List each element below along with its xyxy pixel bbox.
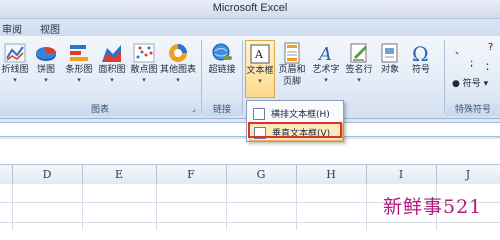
pie-chart-button[interactable]: 饼图 ▾	[30, 40, 62, 98]
signature-line-icon	[350, 43, 367, 63]
horizontal-textbox-icon	[253, 108, 265, 120]
dialog-launcher-icon[interactable]: ⌟	[192, 104, 196, 113]
menu-item-label: 横排文本框(H)	[271, 110, 330, 120]
line-chart-button[interactable]: 折线图 ▾	[0, 40, 30, 98]
scatter-chart-button[interactable]: 散点图 ▾	[128, 40, 160, 98]
signature-line-label: 签名行	[345, 65, 373, 75]
column-header-i[interactable]: I	[366, 168, 436, 181]
group-separator	[242, 40, 243, 114]
grid-line	[12, 184, 13, 230]
excel-window: Microsoft Excel 审阅 视图 折线图 ▾ 饼图 ▾ 条形图 ▾ 面…	[0, 0, 500, 230]
grid-line	[366, 184, 367, 230]
special-symbol-dropdown[interactable]: ● 符号 ▾	[452, 76, 488, 89]
wordart-button[interactable]: A 艺术字 ▾	[309, 40, 343, 98]
column-header-d[interactable]: D	[12, 168, 82, 181]
column-header-h[interactable]: H	[296, 168, 366, 181]
pie-chart-icon	[36, 47, 56, 61]
header-footer-label: 页眉和	[278, 65, 306, 75]
watermark: 新鲜事521	[383, 196, 483, 218]
header-footer-button[interactable]: 页眉和 页脚	[276, 40, 308, 98]
group-separator	[444, 40, 445, 114]
chevron-down-icon: ▾	[44, 76, 48, 84]
column-header-f[interactable]: F	[156, 168, 226, 181]
scatter-chart-icon	[133, 43, 155, 63]
svg-text:A: A	[317, 44, 332, 64]
hyperlink-icon	[212, 43, 232, 61]
header-footer-icon	[284, 42, 300, 64]
grid-line	[82, 184, 83, 230]
line-chart-icon	[4, 43, 26, 63]
textbox-button[interactable]: A 文本框 ▾	[245, 40, 275, 98]
column-headers: D E F G H I J	[0, 164, 500, 185]
chevron-down-icon: ▾	[324, 76, 328, 84]
symbol-semicolon[interactable]: ;	[470, 58, 473, 69]
special-symbol-label: 符号	[462, 79, 481, 89]
svg-text:A: A	[254, 48, 264, 61]
symbol-question[interactable]: ?	[488, 42, 493, 53]
symbol-label: 符号	[411, 65, 430, 75]
bar-chart-label: 条形图	[65, 65, 93, 75]
hyperlink-label: 超链接	[208, 65, 236, 75]
header-footer-label-2: 页脚	[282, 77, 301, 87]
special-symbols-caption: 特殊符号	[446, 102, 500, 116]
other-charts-label: 其他图表	[160, 65, 197, 75]
chevron-down-icon: ▾	[110, 76, 114, 84]
bullet-icon: ●	[452, 79, 460, 89]
menu-tabs: 审阅 视图	[0, 19, 500, 36]
chevron-down-icon: ▾	[176, 76, 180, 84]
area-chart-button[interactable]: 面积图 ▾	[96, 40, 128, 98]
textbox-icon: A	[250, 44, 270, 64]
wordart-icon: A	[317, 44, 332, 64]
other-charts-icon	[169, 44, 187, 62]
signature-line-button[interactable]: 签名行 ▾	[343, 40, 375, 98]
column-header-g[interactable]: G	[226, 168, 296, 181]
links-group-caption: 链接	[202, 102, 242, 116]
omega-icon: Ω	[412, 42, 429, 64]
textbox-label: 文本框	[246, 66, 274, 76]
object-icon	[381, 43, 398, 63]
chevron-down-icon: ▾	[77, 76, 81, 84]
column-header-e[interactable]: E	[82, 168, 156, 181]
chevron-down-icon: ▾	[258, 77, 262, 85]
grid-line	[296, 184, 297, 230]
area-chart-label: 面积图	[98, 65, 126, 75]
svg-text:Ω: Ω	[412, 42, 429, 64]
hyperlink-button[interactable]: 超链接	[204, 40, 240, 98]
symbol-button[interactable]: Ω 符号	[406, 40, 436, 98]
chevron-down-icon: ▾	[13, 76, 17, 84]
wordart-label: 艺术字	[312, 65, 340, 75]
grid-line	[0, 222, 500, 223]
area-chart-icon	[102, 45, 121, 62]
tab-review[interactable]: 审阅	[2, 21, 22, 36]
title-bar: Microsoft Excel	[0, 0, 500, 19]
scatter-chart-label: 散点图	[130, 65, 158, 75]
other-charts-button[interactable]: 其他图表 ▾	[160, 40, 196, 98]
charts-group-caption: 图表	[0, 102, 200, 116]
chevron-down-icon: ▾	[357, 76, 361, 84]
chevron-down-icon: ▾	[483, 79, 489, 89]
red-highlight-annotation	[248, 122, 342, 138]
menu-item-horizontal-textbox[interactable]: 横排文本框(H)	[249, 105, 341, 121]
chevron-down-icon: ▾	[142, 76, 146, 84]
symbol-colon[interactable]: ：	[485, 58, 495, 73]
line-chart-label: 折线图	[1, 65, 29, 75]
window-title: Microsoft Excel	[212, 2, 288, 14]
object-label: 对象	[380, 65, 399, 75]
bar-chart-button[interactable]: 条形图 ▾	[62, 40, 96, 98]
tab-view[interactable]: 视图	[40, 21, 60, 36]
bar-chart-icon	[70, 45, 88, 61]
grid-line	[156, 184, 157, 230]
column-header-j[interactable]: J	[436, 168, 500, 181]
grid-line	[226, 184, 227, 230]
object-button[interactable]: 对象	[376, 40, 404, 98]
symbol-comma[interactable]: 、	[455, 42, 465, 57]
pie-chart-label: 饼图	[36, 65, 55, 75]
